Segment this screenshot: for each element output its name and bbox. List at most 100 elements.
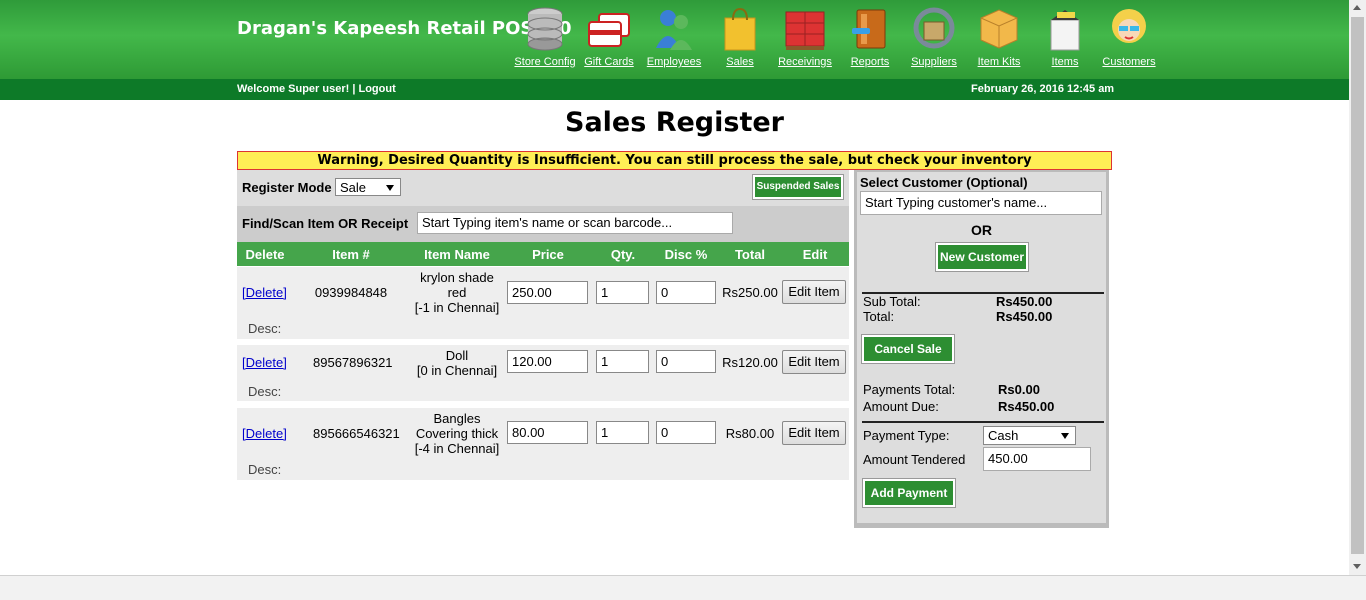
shopping-bag-icon (718, 6, 762, 52)
database-icon (523, 6, 567, 52)
cancel-sale-button[interactable]: Cancel Sale (861, 334, 955, 364)
item-name-line: Covering thick (415, 426, 499, 441)
item-name: Doll [0 in Chennai] (409, 348, 505, 378)
new-customer-button[interactable]: New Customer (935, 242, 1029, 272)
item-number: 89567896321 (313, 355, 393, 370)
find-item-input[interactable]: Start Typing item's name or scan barcode… (417, 212, 733, 234)
item-desc-label: Desc: (248, 384, 282, 399)
nav-label[interactable]: Employees (641, 56, 707, 68)
chevron-down-icon (1061, 433, 1069, 439)
nav-sales[interactable]: Sales (707, 6, 773, 68)
amount-tendered-input[interactable]: 450.00 (983, 447, 1091, 471)
item-desc-label: Desc: (248, 462, 282, 477)
item-name-line: krylon shade (420, 270, 494, 285)
payment-section: Payment Type: Cash Amount Tendered 450.0… (860, 423, 1105, 523)
col-disc: Disc % (664, 247, 708, 262)
select-customer-label: Select Customer (Optional) (860, 175, 1028, 190)
discount-input[interactable]: 0 (656, 281, 716, 304)
vertical-scrollbar[interactable] (1349, 0, 1366, 575)
price-input[interactable]: 120.00 (507, 350, 588, 373)
nav-label[interactable]: Sales (707, 56, 773, 68)
or-text: OR (971, 222, 992, 238)
scroll-down-arrow-icon[interactable] (1353, 564, 1361, 569)
amount-due-label: Amount Due: (863, 399, 939, 414)
separator: | (352, 83, 356, 95)
qty-input[interactable]: 1 (596, 281, 649, 304)
nav-label[interactable]: Items (1032, 56, 1098, 68)
page-title: Sales Register (565, 107, 784, 138)
col-price: Price (532, 247, 564, 262)
price-input[interactable]: 250.00 (507, 281, 588, 304)
crates-icon (783, 6, 827, 52)
cart-header: Delete Item # Item Name Price Qty. Disc … (237, 242, 849, 266)
discount-input[interactable]: 0 (656, 421, 716, 444)
scroll-up-arrow-icon[interactable] (1353, 5, 1361, 10)
qty-input[interactable]: 1 (596, 350, 649, 373)
item-number: 895666546321 (313, 426, 400, 441)
discount-input[interactable]: 0 (656, 350, 716, 373)
subtotal-value: Rs450.00 (996, 294, 1053, 309)
add-payment-button[interactable]: Add Payment (862, 478, 956, 508)
customer-section: Select Customer (Optional) Start Typing … (857, 172, 1106, 523)
payment-type-select[interactable]: Cash (983, 426, 1076, 445)
suspended-sales-button[interactable]: Suspended Sales (752, 174, 844, 200)
nav-label[interactable]: Receivings (772, 56, 838, 68)
qty-input[interactable]: 1 (596, 421, 649, 444)
edit-item-button[interactable]: Edit Item (782, 280, 846, 304)
payments-total-label: Payments Total: (863, 382, 956, 397)
nav-label[interactable]: Store Config (512, 56, 578, 68)
nav-store-config[interactable]: Store Config (512, 6, 578, 68)
suppliers-icon (912, 6, 956, 52)
price-input[interactable]: 80.00 (507, 421, 588, 444)
browser-status-bar (0, 575, 1366, 600)
scrollbar-thumb[interactable] (1351, 17, 1364, 554)
amount-due-value: Rs450.00 (998, 399, 1055, 414)
register-controls: Register Mode Sale Suspended Sales Find/… (237, 170, 849, 242)
customer-search-input[interactable]: Start Typing customer's name... (860, 191, 1102, 215)
subtotal-label: Sub Total: (863, 294, 921, 309)
line-total: Rs120.00 (722, 355, 778, 370)
delete-item-link[interactable]: [Delete] (242, 426, 287, 441)
delete-item-link[interactable]: [Delete] (242, 285, 287, 300)
payments-total-value: Rs0.00 (998, 382, 1040, 397)
find-item-label: Find/Scan Item OR Receipt (242, 216, 409, 231)
user-bar: Welcome Super user! | Logout February 26… (0, 79, 1349, 100)
nav-reports[interactable]: Reports (837, 6, 903, 68)
item-number: 0939984848 (314, 285, 388, 300)
edit-item-button[interactable]: Edit Item (782, 421, 846, 445)
nav-receivings[interactable]: Receivings (772, 6, 838, 68)
item-stock-line: [-1 in Chennai] (414, 300, 500, 315)
cart-row: [Delete] 89567896321 Doll [0 in Chennai]… (237, 345, 849, 401)
open-box-icon (1043, 6, 1087, 52)
gift-card-icon (587, 6, 631, 52)
employees-icon (652, 6, 696, 52)
item-stock-line: [0 in Chennai] (416, 363, 498, 378)
delete-item-link[interactable]: [Delete] (242, 355, 287, 370)
nav-items[interactable]: Items (1032, 6, 1098, 68)
item-stock-line: [-4 in Chennai] (414, 441, 500, 456)
item-desc-label: Desc: (248, 321, 282, 336)
chevron-down-icon (386, 185, 394, 191)
logout-link[interactable]: Logout (358, 83, 395, 95)
nav-label[interactable]: Gift Cards (576, 56, 642, 68)
current-datetime: February 26, 2016 12:45 am (971, 83, 1115, 95)
nav-suppliers[interactable]: Suppliers (901, 6, 967, 68)
nav-label[interactable]: Customers (1096, 56, 1162, 68)
nav-label[interactable]: Item Kits (966, 56, 1032, 68)
edit-item-button[interactable]: Edit Item (782, 350, 846, 374)
col-item-number: Item # (332, 247, 370, 262)
cart-row: [Delete] 895666546321 Bangles Covering t… (237, 408, 849, 480)
nav-label[interactable]: Reports (837, 56, 903, 68)
warning-banner: Warning, Desired Quantity is Insufficien… (237, 151, 1112, 170)
total-value: Rs450.00 (996, 309, 1053, 324)
welcome-text: Welcome Super user! (237, 83, 350, 95)
total-label: Total: (863, 309, 895, 324)
nav-gift-cards[interactable]: Gift Cards (576, 6, 642, 68)
customer-icon (1107, 6, 1151, 52)
register-mode-select[interactable]: Sale (335, 178, 401, 196)
nav-customers[interactable]: Customers (1096, 6, 1162, 68)
nav-label[interactable]: Suppliers (901, 56, 967, 68)
nav-employees[interactable]: Employees (641, 6, 707, 68)
nav-item-kits[interactable]: Item Kits (966, 6, 1032, 68)
header-bar: Dragan's Kapeesh Retail POS 1.0 Store Co… (0, 0, 1349, 79)
